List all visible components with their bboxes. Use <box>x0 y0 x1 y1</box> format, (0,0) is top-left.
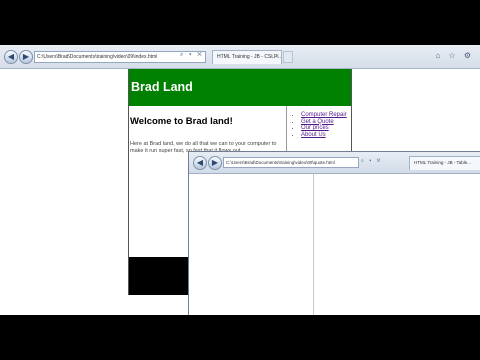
second-browser-window[interactable]: ◀ ▶ C:\Users\Brad\Documents\training\vid… <box>188 151 480 315</box>
browser-tab[interactable]: HTML Training - JB - CSLP... × <box>212 50 282 64</box>
close-tab-icon[interactable]: × <box>275 51 279 63</box>
back-arrow-icon: ◀ <box>196 158 204 167</box>
page-divider <box>313 174 314 315</box>
blank-page <box>189 174 480 315</box>
site-banner: Brad Land <box>129 69 351 106</box>
back-arrow-icon: ◀ <box>7 52 15 61</box>
forward-arrow-icon: ▶ <box>211 158 219 167</box>
back-button[interactable]: ◀ <box>4 50 18 64</box>
sidebar-links: Computer Repair Get a Quote Our prices A… <box>287 106 353 138</box>
address-bar-icons[interactable]: ⌕ ▾ ✕ <box>180 52 204 59</box>
browser-tab-2[interactable]: HTML Training - JB - Table... <box>409 156 480 170</box>
forward-arrow-icon: ▶ <box>22 52 30 61</box>
browser-toolbar: ◀ ▶ C:\Users\Brad\Documents\training\vid… <box>0 45 480 69</box>
toolbar-icons[interactable]: ⌂ ☆ ⚙ <box>435 51 474 60</box>
forward-button[interactable]: ▶ <box>19 50 33 64</box>
address-bar-2[interactable]: C:\Users\Brad\Documents\training\video\0… <box>223 157 359 168</box>
tab-title: HTML Training - JB - CSLP... <box>217 54 281 60</box>
sidebar-link-about-us[interactable]: About Us <box>301 132 353 139</box>
browser-toolbar-2: ◀ ▶ C:\Users\Brad\Documents\training\vid… <box>189 152 480 174</box>
forward-button-2[interactable]: ▶ <box>208 156 222 170</box>
video-frame: ◀ ▶ C:\Users\Brad\Documents\training\vid… <box>0 45 480 315</box>
back-button-2[interactable]: ◀ <box>193 156 207 170</box>
address-bar-icons-2[interactable]: ⌕ ▾ ✕ <box>361 158 383 164</box>
new-tab-button[interactable] <box>283 51 293 63</box>
page-heading: Welcome to Brad land! <box>130 116 233 127</box>
